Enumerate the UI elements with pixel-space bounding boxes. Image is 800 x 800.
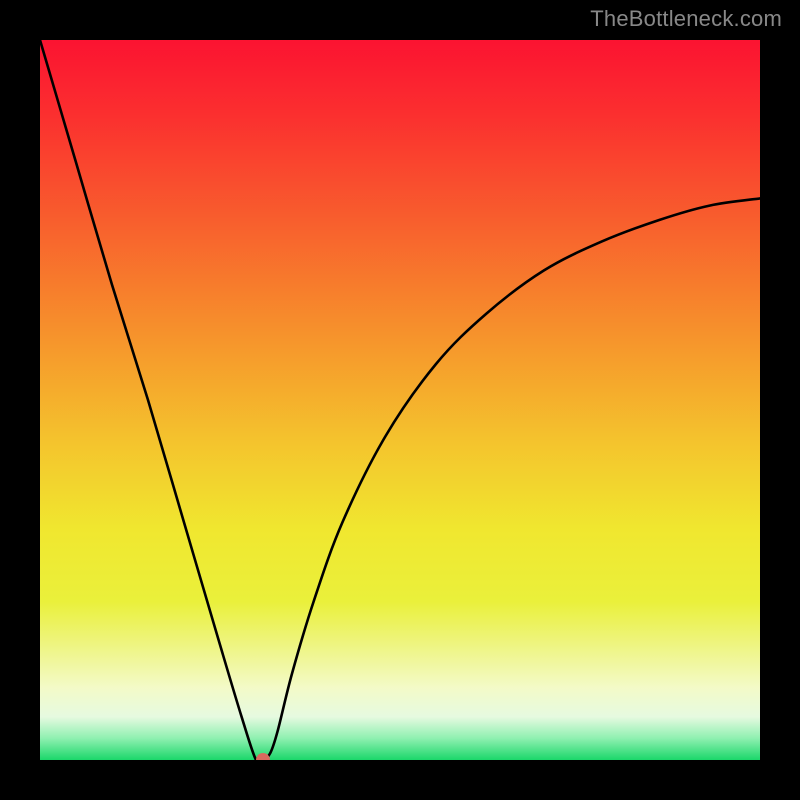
watermark-text: TheBottleneck.com	[590, 6, 782, 32]
bottleneck-curve	[40, 40, 760, 760]
chart-container: TheBottleneck.com	[0, 0, 800, 800]
plot-area	[40, 40, 760, 760]
optimal-point-marker	[256, 753, 270, 760]
